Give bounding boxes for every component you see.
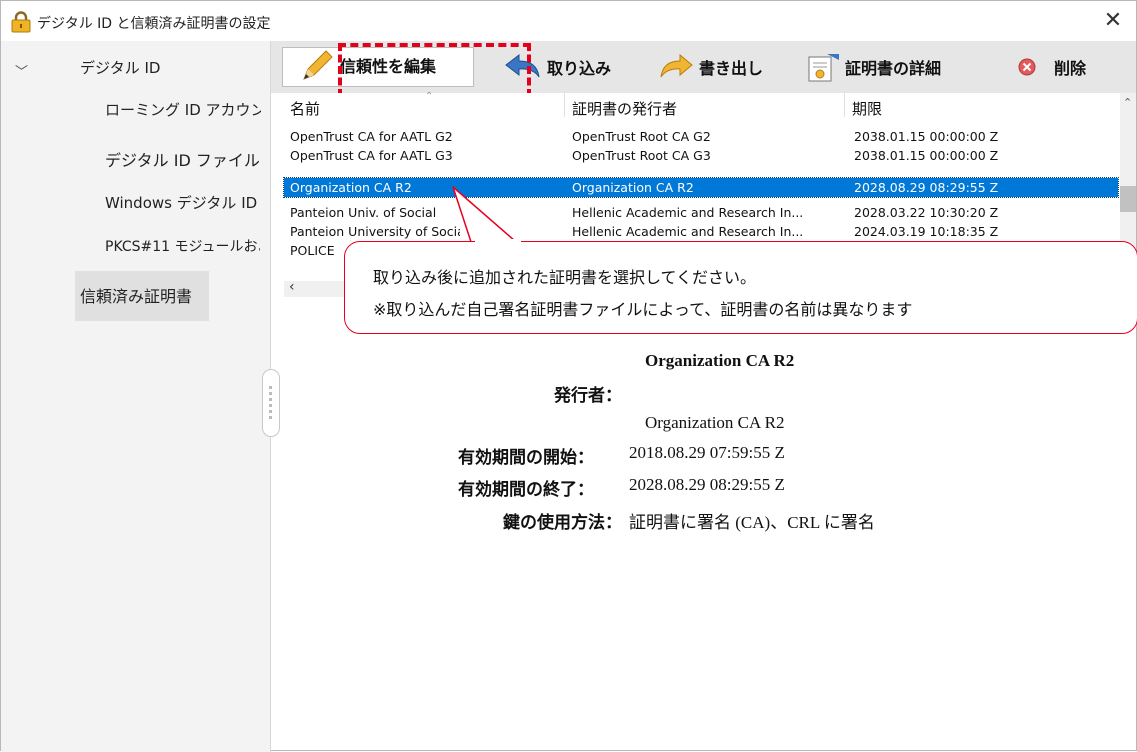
table-row[interactable]: Panteion University of Social Hellenic A… [284, 222, 1118, 241]
callout-line-2: ※取り込んだ自己署名証明書ファイルによって、証明書の名前は異なります [373, 300, 913, 319]
callout-box: 取り込み後に追加された証明書を選択してください。 ※取り込んだ自己署名証明書ファ… [344, 241, 1137, 334]
cell-name: Organization CA R2 [290, 180, 412, 195]
cell-expiry: 2028.03.22 10:30:20 Z [854, 205, 999, 220]
cell-issuer: Organization CA R2 [572, 180, 694, 195]
scrollbar-thumb[interactable] [1120, 186, 1136, 212]
import-button[interactable]: 取り込み [503, 53, 611, 81]
details-cert-name: Organization CA R2 [645, 351, 795, 370]
cell-expiry: 2038.01.15 00:00:00 Z [854, 129, 999, 144]
valid-to-value: 2028.08.29 08:29:55 Z [629, 475, 785, 494]
cell-expiry: 2028.08.29 08:29:55 Z [854, 180, 999, 195]
cell-issuer: OpenTrust Root CA G2 [572, 129, 711, 144]
scroll-left-icon[interactable]: ‹ [289, 279, 295, 295]
sidebar-item-trusted-certs: 信頼済み証明書 [80, 287, 193, 306]
cell-issuer: OpenTrust Root CA G3 [572, 148, 711, 163]
close-button[interactable]: ✕ [1090, 1, 1136, 41]
column-header-issuer[interactable]: 証明書の発行者 [572, 98, 677, 119]
dialog-window: デジタル ID と信頼済み証明書の設定 ✕ ﹀ デジタル ID ローミング ID… [0, 0, 1137, 752]
export-label: 書き出し [699, 59, 764, 78]
callout-line-1: 取り込み後に追加された証明書を選択してください。 [373, 268, 757, 287]
sidebar-item-id-file[interactable]: デジタル ID ファイル [105, 147, 260, 171]
export-button[interactable]: 書き出し [659, 53, 763, 81]
table-row-selected[interactable]: Organization CA R2 Organization CA R2 20… [283, 177, 1119, 198]
sidebar-item-roaming-id[interactable]: ローミング ID アカウント [105, 99, 261, 120]
sidebar-item-digital-id[interactable]: デジタル ID [80, 57, 160, 78]
window-title: デジタル ID と信頼済み証明書の設定 [37, 16, 271, 32]
edit-trust-label: 信頼性を編集 [340, 57, 437, 76]
toolbar: 信頼性を編集 取り込み 書き出し 証明書の詳細 削除 [271, 41, 1136, 93]
export-arrow-icon [660, 53, 693, 78]
sidebar-item-trusted-certs-bg[interactable]: 信頼済み証明書 [75, 271, 209, 321]
callout-joint [475, 239, 521, 245]
delete-button[interactable]: 削除 [1016, 53, 1086, 81]
cell-name: Panteion University of Social [290, 224, 460, 239]
sort-up-icon: ⌃ [425, 91, 434, 102]
sidebar: ﹀ デジタル ID ローミング ID アカウント デジタル ID ファイル Wi… [1, 41, 271, 752]
delete-icon [1018, 58, 1036, 76]
cell-name: OpenTrust CA for AATL G2 [290, 129, 453, 144]
cell-expiry: 2038.01.15 00:00:00 Z [854, 148, 999, 163]
cell-expiry: 2024.03.19 10:18:35 Z [854, 224, 999, 239]
delete-label: 削除 [1054, 59, 1087, 78]
cell-name: Panteion Univ. of Social [290, 205, 437, 220]
table-row[interactable]: Panteion Univ. of Social Hellenic Academ… [284, 203, 1118, 222]
import-label: 取り込み [547, 59, 612, 78]
pencil-icon [303, 50, 333, 80]
cell-issuer: Hellenic Academic and Research In... [572, 205, 804, 220]
cell-issuer: Hellenic Academic and Research In... [572, 224, 804, 239]
issuer-label: 発行者： [554, 386, 622, 406]
sidebar-item-pkcs11[interactable]: PKCS#11 モジュールおよびトークン [105, 236, 260, 256]
certificate-details-button[interactable]: 証明書の詳細 [807, 53, 942, 82]
table-row[interactable]: OpenTrust CA for AATL G2 OpenTrust Root … [284, 127, 1118, 146]
certificate-icon [808, 54, 839, 82]
column-header-expiry[interactable]: 期限 [852, 98, 882, 119]
edit-trust-button[interactable]: 信頼性を編集 [300, 50, 437, 80]
cell-name: POLICE [290, 243, 335, 258]
issuer-value: Organization CA R2 [645, 413, 785, 432]
certificate-details-label: 証明書の詳細 [845, 59, 942, 78]
column-header-name[interactable]: 名前 [290, 98, 320, 119]
title-bar: デジタル ID と信頼済み証明書の設定 ✕ [1, 1, 1136, 41]
table-row[interactable]: OpenTrust CA for AATL G3 OpenTrust Root … [284, 146, 1118, 165]
chevron-down-icon[interactable]: ﹀ [15, 61, 28, 80]
import-arrow-icon [505, 53, 540, 78]
scroll-up-icon[interactable]: ⌃ [1123, 96, 1132, 109]
valid-to-label: 有効期間の終了： [458, 480, 594, 500]
valid-from-value: 2018.08.29 07:59:55 Z [629, 443, 785, 462]
certificate-details-pane: Organization CA R2 発行者： Organization CA … [271, 336, 1136, 752]
sidebar-item-windows-id[interactable]: Windows デジタル ID [105, 192, 257, 213]
key-usage-value: 証明書に署名 (CA)、CRL に署名 [629, 513, 875, 532]
cell-name: OpenTrust CA for AATL G3 [290, 148, 453, 163]
key-usage-label: 鍵の使用方法： [503, 513, 622, 533]
lock-icon [11, 11, 31, 33]
valid-from-label: 有効期間の開始： [458, 448, 594, 468]
